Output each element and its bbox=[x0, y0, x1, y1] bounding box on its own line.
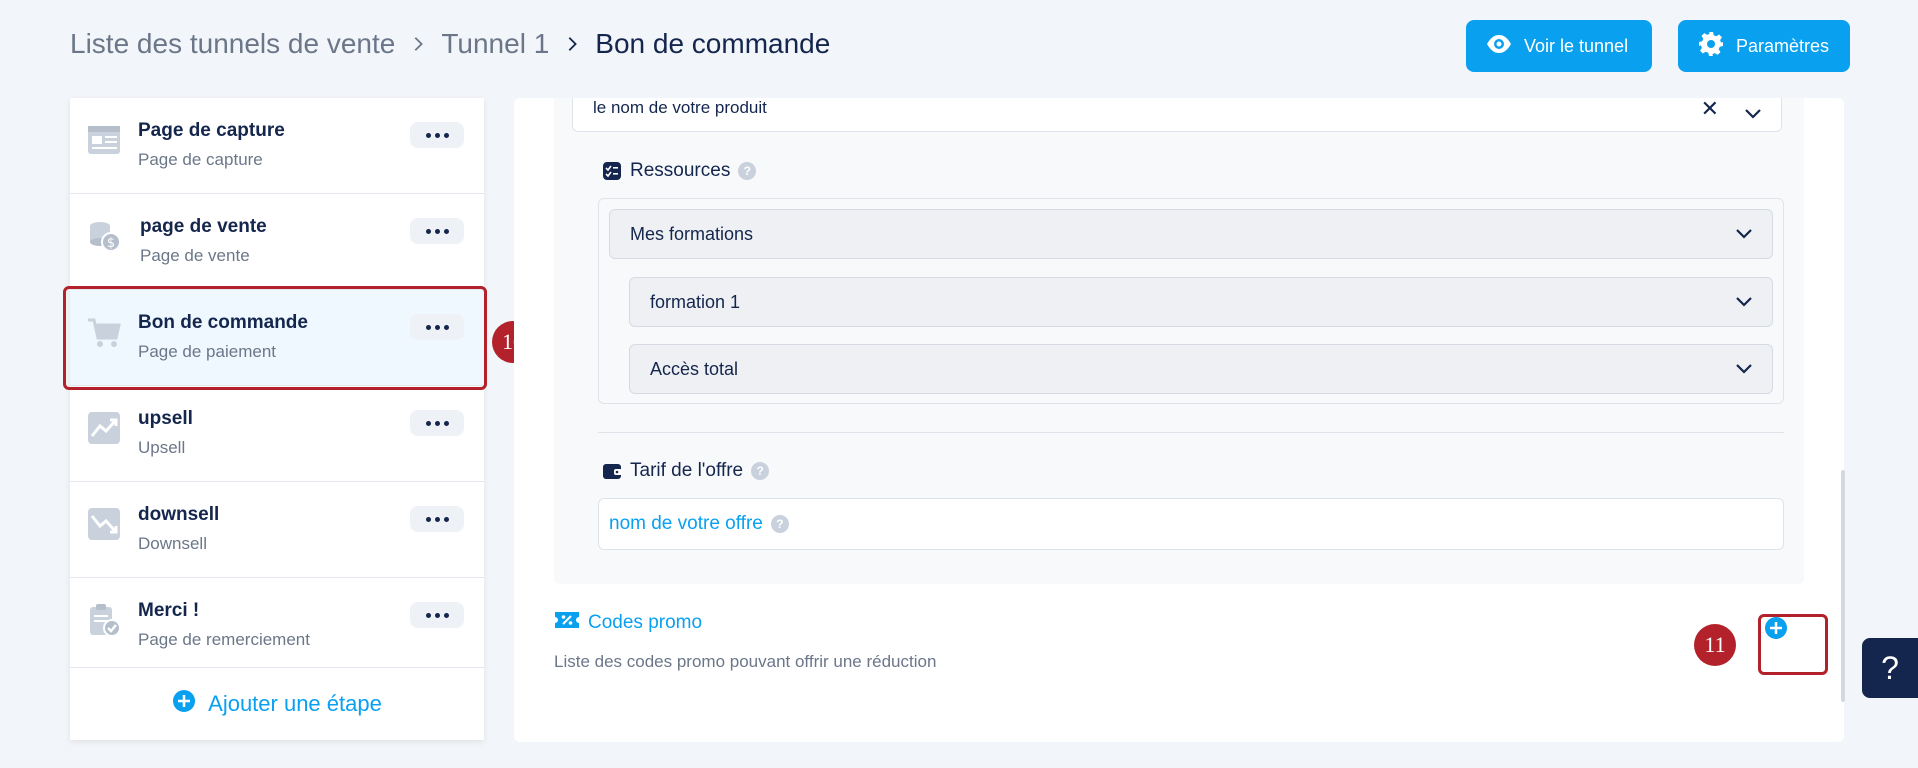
order-form-settings-panel: le nom de votre produit ✕ Ressources ? M… bbox=[514, 96, 1844, 742]
checklist-icon bbox=[602, 161, 622, 181]
step-title: Merci ! bbox=[138, 600, 200, 621]
capture-page-icon bbox=[86, 122, 122, 158]
chevron-right-icon bbox=[563, 35, 581, 53]
more-options-button[interactable] bbox=[410, 122, 464, 148]
step-subtitle: Downsell bbox=[138, 534, 207, 553]
settings-label: Paramètres bbox=[1736, 35, 1830, 56]
clipboard-check-icon bbox=[86, 602, 122, 638]
help-button[interactable]: ? bbox=[1862, 638, 1918, 698]
step-item[interactable]: Page de capture Page de capture bbox=[70, 98, 484, 194]
clear-icon[interactable]: ✕ bbox=[1701, 96, 1719, 122]
breadcrumb-funnel-list[interactable]: Liste des tunnels de vente bbox=[70, 28, 395, 60]
add-step-label: Ajouter une étape bbox=[208, 691, 382, 716]
offer-label: Tarif de l'offre bbox=[630, 460, 744, 481]
chevron-down-icon bbox=[1734, 292, 1754, 312]
svg-text:$: $ bbox=[107, 236, 115, 251]
ticket-percent-icon bbox=[554, 610, 580, 636]
trend-up-icon bbox=[86, 410, 122, 446]
eye-icon bbox=[1486, 31, 1512, 62]
more-options-button[interactable] bbox=[410, 410, 464, 436]
view-tunnel-label: Voir le tunnel bbox=[1524, 35, 1629, 56]
section-divider bbox=[598, 432, 1784, 433]
step-subtitle: Page de remerciement bbox=[138, 630, 310, 649]
trend-down-icon bbox=[86, 506, 122, 542]
resources-box: Mes formations formation 1 Accès total bbox=[598, 198, 1784, 404]
resources-label: Ressources bbox=[630, 160, 731, 181]
step-title: page de vente bbox=[140, 216, 267, 237]
funnel-steps-sidebar: Page de capture Page de capture $ page d… bbox=[70, 98, 484, 740]
help-icon[interactable]: ? bbox=[770, 515, 789, 533]
step-subtitle: Page de capture bbox=[138, 150, 263, 169]
formations-select-value: Mes formations bbox=[630, 224, 754, 244]
formations-select[interactable]: Mes formations bbox=[609, 209, 1773, 259]
step-item[interactable]: downsell Downsell bbox=[70, 482, 484, 578]
gear-icon bbox=[1698, 31, 1724, 62]
chevron-right-icon bbox=[409, 35, 427, 53]
more-options-button[interactable] bbox=[410, 218, 464, 244]
step-title: Page de capture bbox=[138, 120, 285, 141]
course-select-value: formation 1 bbox=[650, 292, 741, 312]
chevron-down-icon bbox=[1734, 224, 1754, 244]
plus-circle-icon bbox=[172, 689, 196, 719]
offer-name-input[interactable]: nom de votre offre? bbox=[598, 498, 1784, 550]
step-title: upsell bbox=[138, 408, 193, 429]
view-tunnel-button[interactable]: Voir le tunnel bbox=[1466, 20, 1652, 72]
settings-button[interactable]: Paramètres bbox=[1678, 20, 1850, 72]
more-options-button[interactable] bbox=[410, 506, 464, 532]
wallet-icon bbox=[602, 461, 622, 481]
breadcrumb-tunnel[interactable]: Tunnel 1 bbox=[441, 28, 549, 60]
step-item[interactable]: upsell Upsell bbox=[70, 386, 484, 482]
step-title: downsell bbox=[138, 504, 220, 525]
step-subtitle: Upsell bbox=[138, 438, 186, 457]
product-config-box: le nom de votre produit ✕ Ressources ? M… bbox=[554, 96, 1804, 584]
page-title: Bon de commande bbox=[595, 28, 831, 59]
promo-codes-title: Codes promo bbox=[554, 610, 702, 636]
chevron-down-icon[interactable] bbox=[1743, 104, 1763, 124]
product-select-value: le nom de votre produit bbox=[593, 98, 767, 117]
coins-icon: $ bbox=[86, 218, 122, 254]
help-icon[interactable]: ? bbox=[751, 462, 770, 480]
access-select[interactable]: Accès total bbox=[629, 344, 1773, 394]
more-options-button[interactable] bbox=[410, 602, 464, 628]
breadcrumb: Liste des tunnels de vente Tunnel 1 Bon … bbox=[70, 28, 830, 60]
promo-codes-description: Liste des codes promo pouvant offrir une… bbox=[554, 652, 937, 671]
help-icon[interactable]: ? bbox=[738, 162, 757, 180]
annotation-highlight-11 bbox=[1758, 614, 1828, 675]
product-select[interactable]: le nom de votre produit ✕ bbox=[572, 96, 1782, 132]
resources-label-row: Ressources ? bbox=[602, 160, 757, 182]
chevron-down-icon bbox=[1734, 359, 1754, 379]
step-subtitle: Page de vente bbox=[140, 246, 250, 265]
step-item[interactable]: Merci ! Page de remerciement bbox=[70, 578, 484, 668]
promo-codes-label: Codes promo bbox=[588, 612, 703, 633]
step-item[interactable]: $ page de vente Page de vente bbox=[70, 194, 484, 290]
annotation-highlight-10 bbox=[63, 286, 487, 390]
course-select[interactable]: formation 1 bbox=[629, 277, 1773, 327]
add-step-button[interactable]: Ajouter une étape bbox=[70, 668, 484, 740]
access-select-value: Accès total bbox=[650, 359, 739, 379]
annotation-badge-11: 11 bbox=[1694, 624, 1736, 666]
offer-name-value: nom de votre offre bbox=[609, 513, 763, 534]
offer-label-row: Tarif de l'offre ? bbox=[602, 460, 770, 482]
scrollbar[interactable] bbox=[1841, 470, 1845, 702]
